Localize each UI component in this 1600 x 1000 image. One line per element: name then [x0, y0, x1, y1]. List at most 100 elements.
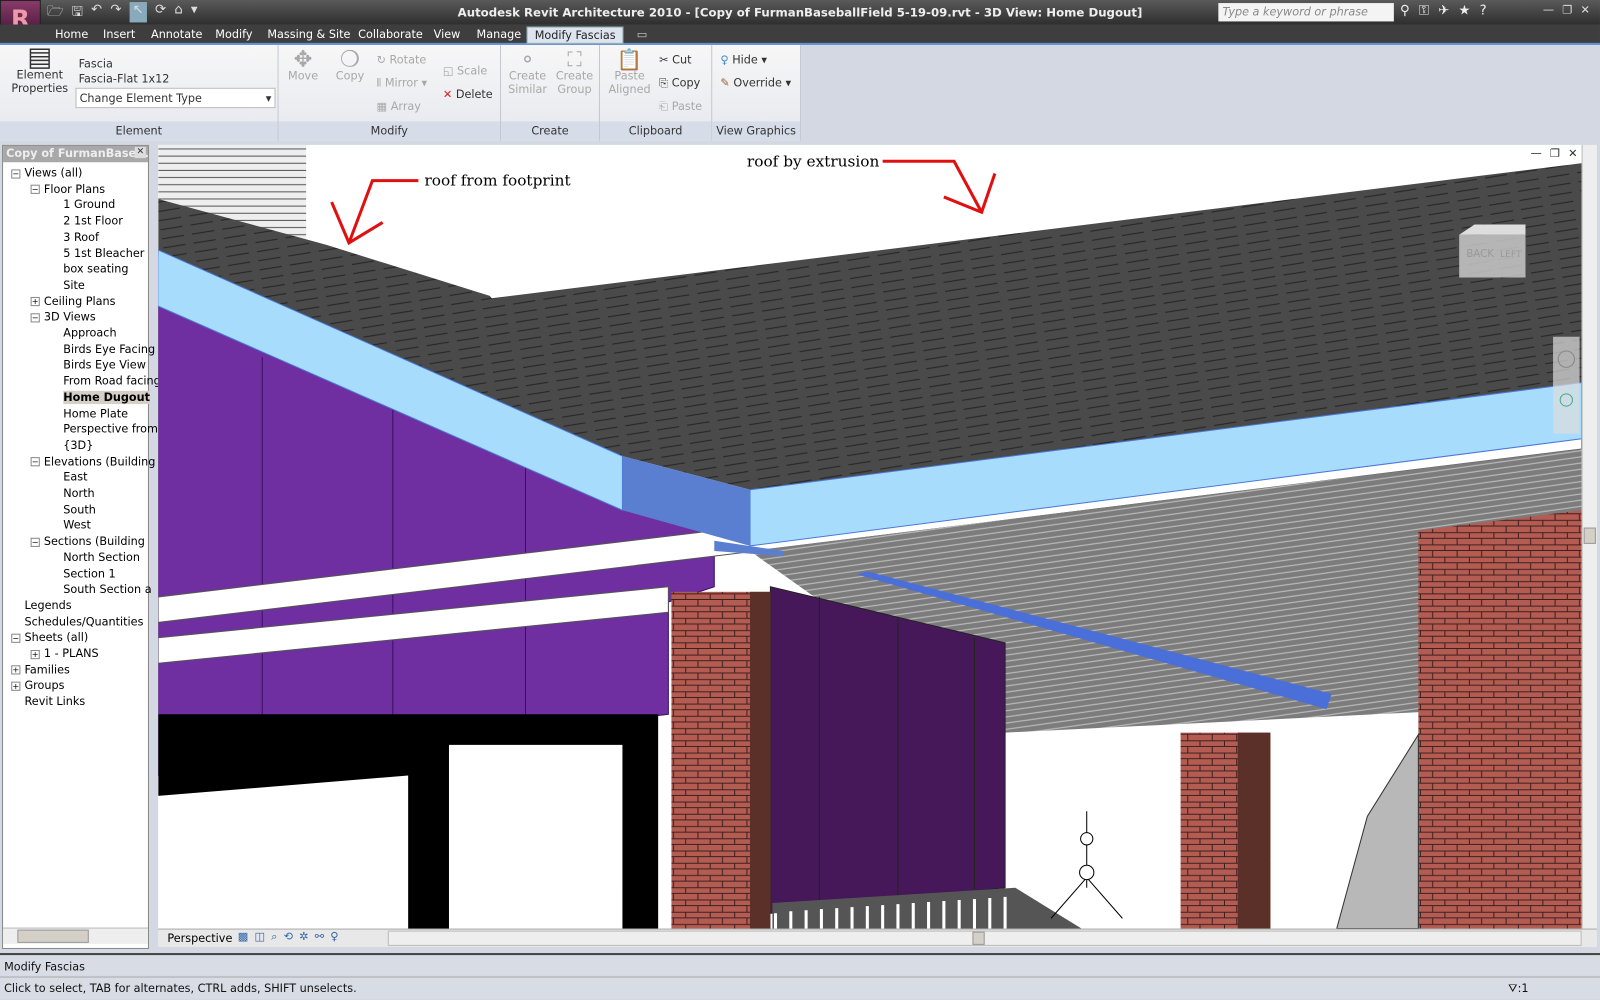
browser-item[interactable]: − Floor Plans [30, 181, 105, 196]
hide-isolate-icon[interactable]: ⌕ [271, 930, 277, 944]
open-icon[interactable]: 🗁 [47, 2, 63, 22]
browser-item[interactable]: −3D Views [30, 309, 96, 324]
redo-icon[interactable]: ↷ [110, 2, 121, 22]
browser-item[interactable]: Home Dugout [50, 390, 150, 405]
browser-horizontal-scrollbar[interactable] [3, 927, 148, 944]
collapse-icon[interactable]: − [30, 537, 40, 547]
view-cube[interactable]: BACK LEFT [1459, 224, 1526, 278]
expand-icon[interactable]: + [11, 681, 21, 691]
sync-icon[interactable]: ⟳ [155, 2, 166, 22]
browser-item[interactable]: West [50, 518, 91, 533]
browser-item[interactable]: 3 Roof [50, 229, 99, 244]
collapse-icon[interactable]: − [30, 184, 40, 195]
browser-item[interactable]: + Ceiling Plans [30, 293, 116, 308]
mirror-button[interactable]: ⫴ Mirror ▾ [377, 77, 428, 90]
shadows-icon[interactable]: ◫ [254, 930, 265, 944]
viewport-horizontal-scrollbar[interactable] [387, 930, 1582, 946]
browser-item[interactable]: 2 1st Floor [50, 213, 123, 228]
browser-item[interactable]: + Groups [11, 678, 65, 693]
browser-item[interactable]: 5 1st Bleacher [50, 245, 144, 260]
favorites-star-icon[interactable]: ★ [1459, 3, 1471, 18]
delete-button[interactable]: ✕ Delete [443, 88, 493, 101]
browser-item[interactable]: 1 Ground [50, 197, 115, 212]
3d-view-icon[interactable]: ⌂ [174, 2, 182, 22]
browser-item[interactable]: North [50, 486, 94, 501]
browser-item[interactable]: − Sheets (all) [11, 630, 88, 645]
copy-clipboard-button[interactable]: ⎘ Copy [659, 77, 700, 90]
collapse-icon[interactable]: − [11, 633, 21, 643]
browser-item[interactable]: Perspective from [50, 422, 158, 437]
tab-insert[interactable]: Insert [103, 28, 135, 41]
rotate-button[interactable]: ↻ Rotate [377, 53, 427, 66]
close-browser-icon[interactable]: ✕ [134, 146, 146, 159]
expand-icon[interactable]: + [30, 297, 40, 307]
browser-item[interactable]: − Sections (Building [30, 534, 145, 549]
lightbulb-icon[interactable]: ♀ [330, 930, 338, 944]
collapse-icon[interactable]: − [11, 168, 21, 179]
browser-item[interactable]: Legends [11, 598, 71, 613]
customize-icon[interactable]: ▾ [191, 2, 198, 22]
expand-icon[interactable]: + [11, 665, 21, 675]
element-properties-button[interactable]: ▤ Element Properties [10, 44, 69, 95]
move-button[interactable]: ✥ Move [285, 48, 322, 82]
minimize-icon[interactable]: — [1543, 3, 1554, 16]
paste-aligned-button[interactable]: 📋 Paste Aligned [604, 49, 655, 96]
3d-viewport[interactable]: BACK LEFT roof from footprint roof by ext… [158, 144, 1582, 929]
browser-item[interactable]: Approach [50, 326, 116, 341]
browser-item[interactable]: +1 - PLANS [30, 646, 99, 661]
tab-collaborate[interactable]: Collaborate [358, 28, 423, 41]
browser-item[interactable]: − Elevations (Building [30, 454, 155, 469]
copy-button[interactable]: ❍ Copy [332, 48, 369, 82]
tab-modify[interactable]: Modify [215, 28, 252, 41]
browser-item[interactable]: Birds Eye Facing [50, 342, 155, 357]
crop-icon[interactable]: ⚯ [315, 930, 324, 944]
minimize-ribbon-icon[interactable]: ▭ [637, 28, 648, 41]
browser-item[interactable]: North Section [50, 550, 140, 565]
scrollbar-thumb[interactable] [972, 931, 985, 945]
override-button[interactable]: ✎ Override ▾ [720, 77, 791, 90]
browser-item[interactable]: Revit Links [11, 694, 85, 709]
browser-item[interactable]: Site [50, 277, 85, 292]
navigation-bar[interactable] [1553, 336, 1580, 434]
viewport-vertical-scrollbar[interactable] [1581, 144, 1597, 929]
view-close-icon[interactable]: ✕ [1568, 147, 1577, 160]
browser-item[interactable]: South [50, 502, 96, 517]
browser-item[interactable]: Schedules/Quantities [11, 614, 143, 629]
select-icon[interactable]: ↖ [129, 2, 147, 23]
close-icon[interactable]: ✕ [1580, 3, 1589, 16]
browser-item[interactable]: {3D} [50, 438, 93, 453]
scale-button[interactable]: ◱ Scale [443, 64, 487, 77]
browser-item[interactable]: From Road facing [50, 374, 160, 389]
save-icon[interactable]: 🖫 [72, 2, 83, 22]
undo-icon[interactable]: ↶ [91, 2, 102, 22]
model-view[interactable]: BACK LEFT [158, 144, 1582, 929]
tab-massing-site[interactable]: Massing & Site [267, 28, 350, 41]
hide-button[interactable]: ♀ Hide ▾ [720, 53, 767, 66]
tab-home[interactable]: Home [55, 28, 88, 41]
key-icon[interactable]: ⚿ [1419, 3, 1429, 18]
paste-button[interactable]: ⎗ Paste [659, 100, 702, 113]
browser-item[interactable]: + Families [11, 662, 70, 677]
help-search-input[interactable]: Type a keyword or phrase [1218, 3, 1394, 22]
scrollbar-thumb[interactable] [17, 929, 89, 943]
tab-annotate[interactable]: Annotate [151, 28, 202, 41]
subscription-icon[interactable]: ✈ [1438, 3, 1449, 18]
view-restore-icon[interactable]: ❐ [1550, 147, 1560, 160]
change-element-type-dropdown[interactable]: Change Element Type ▾ [75, 87, 276, 109]
browser-item[interactable]: South Section a [50, 582, 151, 597]
reveal-hidden-icon[interactable]: ⟲ [284, 930, 293, 944]
restore-icon[interactable]: ❐ [1562, 3, 1572, 16]
browser-item[interactable]: Home Plate [50, 406, 128, 421]
collapse-icon[interactable]: − [30, 313, 40, 323]
browser-item[interactable]: box seating [50, 261, 128, 276]
create-group-button[interactable]: ⛶ Create Group [552, 49, 597, 96]
array-button[interactable]: ▦ Array [377, 100, 421, 113]
view-minimize-icon[interactable]: — [1531, 147, 1542, 160]
tab-manage[interactable]: Manage [477, 28, 522, 41]
visual-style-icon[interactable]: ▩ [238, 930, 249, 944]
scrollbar-thumb[interactable] [1583, 527, 1596, 544]
help-icon[interactable]: ? [1480, 3, 1487, 18]
cut-button[interactable]: ✂ Cut [659, 53, 691, 66]
browser-item[interactable]: East [50, 470, 87, 485]
tab-view[interactable]: View [434, 28, 461, 41]
